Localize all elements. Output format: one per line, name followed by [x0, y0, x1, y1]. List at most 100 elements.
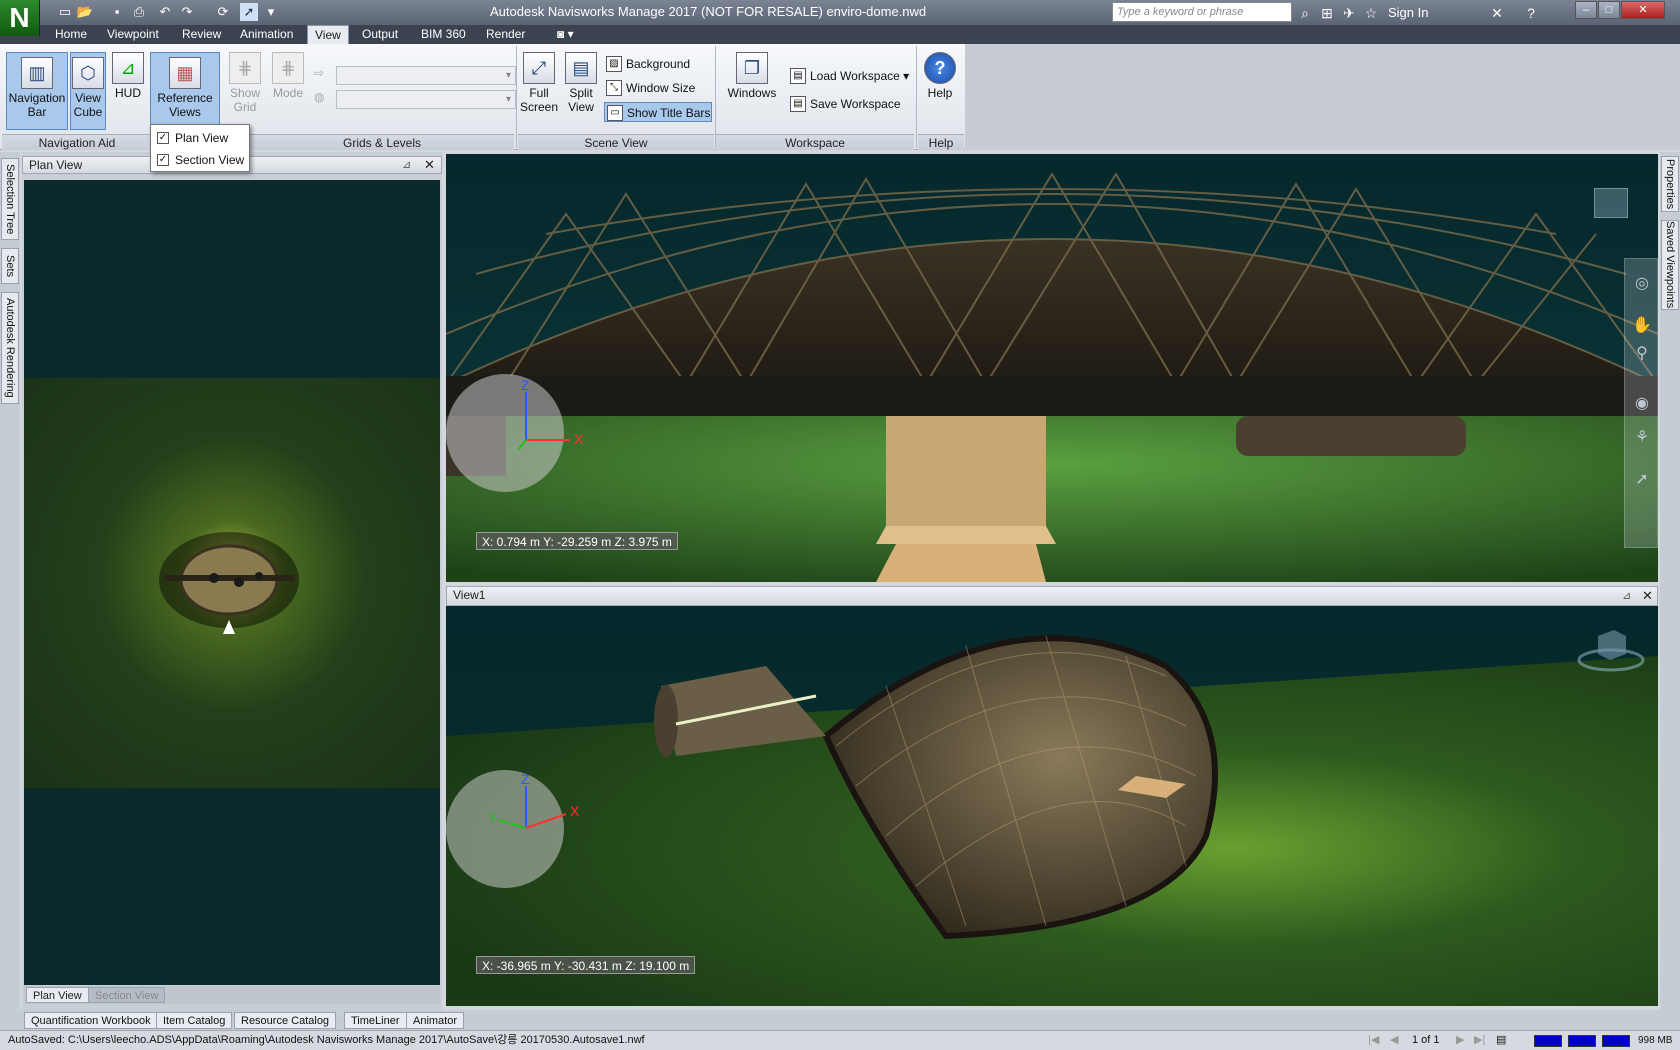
close-icon[interactable]: ✕ [424, 157, 435, 173]
tab-render[interactable]: Render [479, 25, 532, 44]
tab-animation[interactable]: Animation [233, 25, 300, 44]
tab-timeliner[interactable]: TimeLiner [344, 1012, 407, 1029]
last-page-icon[interactable]: ▶| [1474, 1031, 1485, 1050]
background-button[interactable]: ▨ Background [604, 54, 710, 74]
tab-animator[interactable]: Animator [406, 1012, 465, 1029]
next-page-icon[interactable]: ▶ [1456, 1031, 1464, 1050]
checkbox-icon[interactable]: ✓ [157, 154, 169, 166]
load-workspace-button[interactable]: ▤ Load Workspace ▾ [788, 66, 912, 86]
walk-icon[interactable]: ⚘ [1631, 427, 1653, 449]
orbit-icon[interactable]: ◉ [1631, 393, 1653, 415]
redo-icon[interactable]: ↷ [178, 3, 196, 21]
tab-section-view[interactable]: Section View [88, 987, 166, 1003]
windows-icon: ❐ [736, 52, 768, 84]
disk-progress-icon [1568, 1035, 1596, 1047]
open-icon[interactable]: 📂 [76, 3, 94, 21]
show-title-bars-button[interactable]: ▭ Show Title Bars [604, 102, 712, 122]
web-server-progress-icon [1602, 1035, 1630, 1047]
coordinates-readout: X: 0.794 m Y: -29.259 m Z: 3.975 m [476, 532, 678, 550]
grid-combo[interactable]: ▾ [336, 90, 516, 109]
tab-selection-tree[interactable]: Selection Tree [1, 158, 19, 240]
view-cube-icon: ⬡ [72, 57, 104, 89]
dropdown-item-section-view[interactable]: ✓ Section View [151, 149, 249, 171]
zoom-icon[interactable]: ⚲ [1631, 343, 1653, 365]
tab-view[interactable]: View [307, 25, 349, 44]
tab-bim360[interactable]: BIM 360 [414, 25, 473, 44]
load-workspace-icon: ▤ [790, 68, 806, 84]
tab-output[interactable]: Output [355, 25, 405, 44]
pan-icon[interactable]: ✋ [1631, 315, 1653, 337]
panel-title-help: Help [918, 134, 964, 150]
level-combo[interactable]: ▾ [336, 66, 516, 85]
view-cube-icon[interactable] [1576, 624, 1646, 674]
mode-button[interactable]: ⋕ Mode [268, 52, 308, 100]
tab-quantification-workbook[interactable]: Quantification Workbook [24, 1012, 158, 1029]
scene-view-bottom[interactable]: Z X Y X: -36.965 m Y: -30.431 m Z: 19.10… [446, 606, 1658, 1006]
window-title: Autodesk Navisworks Manage 2017 (NOT FOR… [490, 4, 927, 19]
app-logo[interactable]: N [0, 0, 40, 36]
minimize-button[interactable]: – [1575, 1, 1597, 19]
scene-view-top[interactable]: Z X X: 0.794 m Y: -29.259 m Z: 3.975 m [446, 154, 1658, 582]
steering-wheel-icon[interactable]: ◎ [1631, 273, 1653, 295]
binoculars-icon[interactable]: ⊞ [1318, 4, 1336, 22]
full-screen-button[interactable]: ⤢ Full Screen [520, 52, 558, 114]
navigation-bar-button[interactable]: ▥ Navigation Bar [6, 52, 68, 130]
tab-home[interactable]: Home [48, 25, 94, 44]
maximize-button[interactable]: □ [1598, 1, 1620, 19]
tab-resource-catalog[interactable]: Resource Catalog [234, 1012, 337, 1029]
panel-title-navigation-aids: Navigation Aid [2, 134, 152, 150]
tab-plan-view[interactable]: Plan View [26, 987, 89, 1003]
bottom-panel-tabs: Quantification Workbook Item Catalog Res… [0, 1010, 1680, 1030]
axis-indicator: Z X [517, 380, 584, 451]
show-grid-button[interactable]: ⋕ Show Grid [222, 52, 268, 114]
exchange-icon[interactable]: ✕ [1488, 4, 1506, 22]
split-view-button[interactable]: ▤ Split View [560, 52, 602, 114]
select-pointer-icon[interactable]: ➚ [1631, 469, 1653, 491]
select-icon[interactable]: ➚ [240, 3, 258, 21]
help-button[interactable]: ? Help [920, 52, 960, 100]
new-icon[interactable]: ▭ [56, 3, 74, 21]
sign-in-button[interactable]: Sign In [1388, 5, 1428, 20]
window-size-icon: ⤡ [606, 80, 622, 96]
plan-view-canvas[interactable] [24, 180, 440, 985]
prev-page-icon[interactable]: ◀ [1390, 1031, 1398, 1050]
window-size-button[interactable]: ⤡ Window Size [604, 78, 710, 98]
title-bar: ▭ 📂 ▪ ⎙ ↶ ↷ ⟳ ➚ ▾ Autodesk Navisworks Ma… [0, 0, 1680, 25]
save-icon[interactable]: ▪ [108, 3, 126, 21]
pin-icon[interactable]: ⊿ [402, 158, 411, 171]
help-icon[interactable]: ? [1522, 4, 1540, 22]
background-icon: ▨ [606, 56, 622, 72]
star-icon[interactable]: ☆ [1362, 4, 1380, 22]
close-icon[interactable]: ✕ [1642, 588, 1653, 604]
tab-properties[interactable]: Properties [1661, 156, 1679, 212]
svg-text:Z: Z [521, 380, 530, 393]
dropdown-item-plan-view[interactable]: ✓ Plan View [151, 127, 249, 149]
tab-saved-viewpoints[interactable]: Saved Viewpoints [1661, 220, 1679, 310]
search-icon[interactable]: ⌕ [1296, 4, 1314, 22]
first-page-icon[interactable]: |◀ [1368, 1031, 1379, 1050]
search-input[interactable]: Type a keyword or phrase [1112, 2, 1292, 22]
tab-sets[interactable]: Sets [1, 248, 19, 284]
print-icon[interactable]: ⎙ [130, 3, 148, 21]
checkbox-icon[interactable]: ✓ [157, 132, 169, 144]
tab-autodesk-rendering[interactable]: Autodesk Rendering [1, 292, 19, 404]
view-cube-button[interactable]: ⬡ View Cube [70, 52, 106, 130]
left-dock-strip: Selection Tree Sets Autodesk Rendering [0, 152, 20, 1010]
save-workspace-button[interactable]: ▤ Save Workspace [788, 94, 912, 114]
hud-button[interactable]: ⊿ HUD [108, 52, 148, 100]
tab-extra-icon[interactable]: ◙ ▾ [550, 25, 581, 44]
navigation-bar-icon: ▥ [21, 57, 53, 89]
tab-viewpoint[interactable]: Viewpoint [100, 25, 166, 44]
qat-dropdown-icon[interactable]: ▾ [262, 3, 280, 21]
tab-review[interactable]: Review [175, 25, 228, 44]
sheet-browser-icon[interactable]: ▤ [1496, 1031, 1506, 1050]
satellite-icon[interactable]: ✈ [1340, 4, 1358, 22]
undo-icon[interactable]: ↶ [156, 3, 174, 21]
view-cube-icon[interactable] [1594, 188, 1628, 218]
tab-item-catalog[interactable]: Item Catalog [156, 1012, 233, 1029]
refresh-icon[interactable]: ⟳ [214, 3, 232, 21]
pin-icon[interactable]: ⊿ [1622, 589, 1631, 602]
windows-button[interactable]: ❐ Windows [722, 52, 782, 100]
close-button[interactable]: ✕ [1621, 1, 1665, 19]
reference-views-button[interactable]: ▦ Reference Views [150, 52, 220, 130]
